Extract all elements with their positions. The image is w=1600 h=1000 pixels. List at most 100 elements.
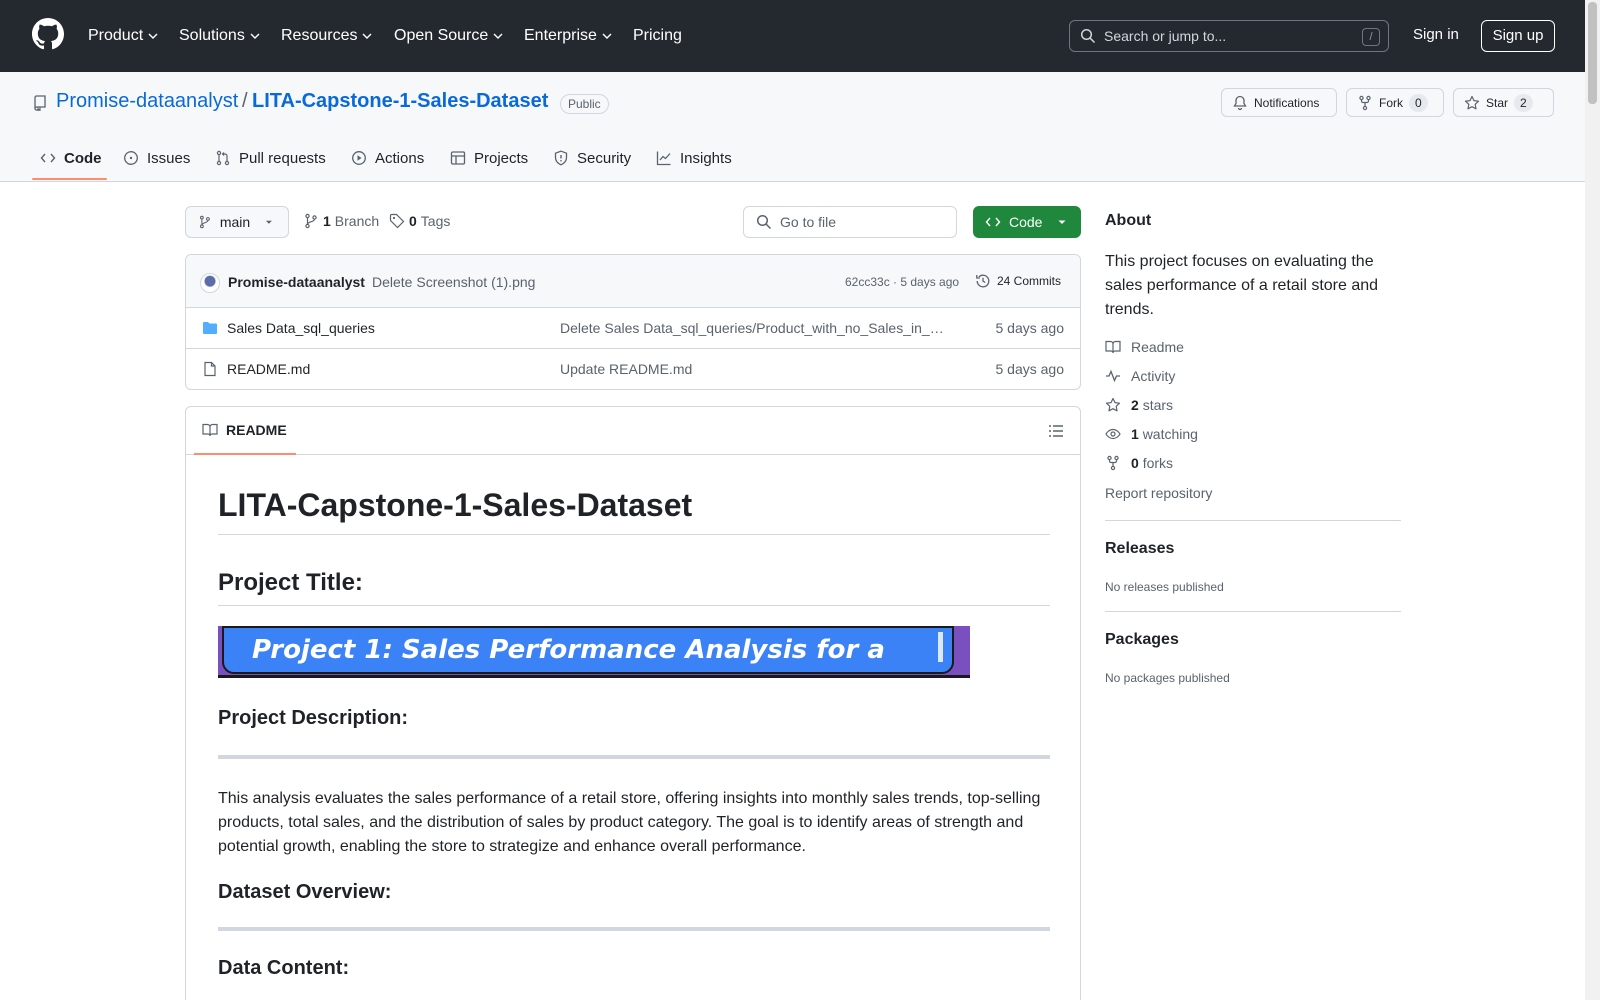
project-title-heading: Project Title: bbox=[218, 569, 1050, 606]
tab-insights[interactable]: Insights bbox=[656, 138, 732, 178]
file-name-link[interactable]: README.md bbox=[227, 361, 310, 377]
commit-author-link[interactable]: Promise-dataanalyst bbox=[228, 274, 365, 290]
branch-selector[interactable]: main bbox=[185, 206, 289, 238]
active-tab-indicator bbox=[32, 178, 107, 180]
scrollbar-thumb[interactable] bbox=[1588, 2, 1597, 104]
dataset-heading: Dataset Overview: bbox=[218, 881, 392, 903]
branch-icon bbox=[199, 215, 210, 229]
repo-owner-link[interactable]: Promise-dataanalyst bbox=[56, 90, 238, 113]
about-heading: About bbox=[1105, 212, 1152, 229]
repo-name-link[interactable]: LITA-Capstone-1-Sales-Dataset bbox=[252, 90, 548, 113]
tab-projects[interactable]: Projects bbox=[450, 138, 528, 178]
star-icon bbox=[1105, 397, 1121, 412]
search-icon bbox=[756, 214, 772, 230]
commit-message-link[interactable]: Delete Screenshot (1).png bbox=[372, 274, 535, 290]
nav-resources-label: Resources bbox=[281, 27, 358, 44]
commit-count: 24 Commits bbox=[997, 274, 1062, 288]
global-header: Product Solutions Resources Open Source … bbox=[0, 0, 1585, 72]
go-to-file-input[interactable]: Go to file bbox=[743, 206, 957, 238]
forks-label: forks bbox=[1142, 455, 1174, 471]
list-outline-icon[interactable] bbox=[1048, 423, 1064, 439]
avatar[interactable] bbox=[200, 273, 220, 293]
code-button-label: Code bbox=[1009, 214, 1043, 230]
activity-link-label: Activity bbox=[1131, 368, 1176, 384]
banner-text: Project 1: Sales Performance Analysis fo… bbox=[222, 626, 954, 709]
file-commit-message-link[interactable]: Update README.md bbox=[560, 361, 950, 377]
nav-pricing[interactable]: Pricing bbox=[633, 25, 682, 47]
forks-link[interactable]: 0 forks bbox=[1105, 455, 1173, 471]
shield-icon bbox=[554, 150, 568, 166]
star-icon bbox=[1464, 95, 1480, 109]
global-search-input[interactable]: Search or jump to... / bbox=[1069, 20, 1389, 52]
stars-link[interactable]: 2 stars bbox=[1105, 397, 1173, 413]
tab-pull-requests-label: Pull requests bbox=[239, 149, 326, 167]
releases-empty-text: No releases published bbox=[1105, 580, 1224, 594]
fork-counter: 0 bbox=[1409, 93, 1428, 112]
file-name-link[interactable]: Sales Data_sql_queries bbox=[227, 320, 375, 336]
code-dropdown-button[interactable]: Code bbox=[973, 206, 1081, 238]
star-button[interactable]: Star 2 bbox=[1453, 88, 1554, 117]
github-logo-icon[interactable] bbox=[32, 18, 64, 50]
repo-icon bbox=[34, 95, 46, 111]
go-to-file-placeholder: Go to file bbox=[780, 214, 837, 230]
page-scrollbar[interactable] bbox=[1585, 0, 1600, 1000]
repo-header: Promise-dataanalyst / LITA-Capstone-1-Sa… bbox=[0, 72, 1585, 182]
file-commit-date: 5 days ago bbox=[995, 361, 1065, 377]
releases-heading[interactable]: Releases bbox=[1105, 540, 1174, 558]
commit-sha-time[interactable]: 62cc33c · 5 days ago bbox=[845, 275, 959, 289]
sign-up-button[interactable]: Sign up bbox=[1481, 20, 1555, 52]
banner-accent bbox=[938, 632, 943, 662]
search-shortcut-key: / bbox=[1362, 28, 1380, 46]
branches-link[interactable]: 1 Branch bbox=[303, 213, 379, 229]
caret-down-icon bbox=[1058, 220, 1066, 224]
file-commit-date: 5 days ago bbox=[995, 320, 1065, 336]
tags-link[interactable]: 0 Tags bbox=[389, 213, 450, 229]
branch-icon bbox=[305, 213, 317, 229]
tag-icon bbox=[389, 213, 405, 229]
watchers-link[interactable]: 1 watching bbox=[1105, 426, 1198, 442]
sign-in-link[interactable]: Sign in bbox=[1413, 26, 1459, 43]
nav-solutions[interactable]: Solutions bbox=[179, 25, 261, 47]
tab-code-label: Code bbox=[64, 149, 102, 167]
nav-open-source[interactable]: Open Source bbox=[394, 25, 504, 47]
tab-projects-label: Projects bbox=[474, 149, 529, 167]
nav-open-source-label: Open Source bbox=[394, 27, 489, 44]
tab-code[interactable]: Code bbox=[40, 138, 102, 178]
pulse-icon bbox=[1106, 369, 1120, 383]
fork-button[interactable]: Fork 0 bbox=[1346, 88, 1444, 117]
table-row[interactable]: Sales Data_sql_queries Delete Sales Data… bbox=[186, 308, 1080, 349]
readme-tab[interactable]: README bbox=[202, 422, 287, 438]
stars-label: stars bbox=[1142, 397, 1174, 413]
fork-label: Fork bbox=[1379, 95, 1403, 110]
tab-security[interactable]: Security bbox=[553, 138, 631, 178]
readme-tab-indicator bbox=[194, 453, 296, 455]
nav-enterprise[interactable]: Enterprise bbox=[524, 25, 613, 47]
horizontal-rule bbox=[218, 927, 1050, 931]
search-icon bbox=[1080, 28, 1096, 44]
fork-icon bbox=[1359, 95, 1371, 110]
file-commit-message-link[interactable]: Delete Sales Data_sql_queries/Product_wi… bbox=[560, 320, 950, 336]
nav-product[interactable]: Product bbox=[88, 25, 159, 47]
file-listing: Promise-dataanalyst Delete Screenshot (1… bbox=[185, 254, 1081, 390]
table-row[interactable]: README.md Update README.md 5 days ago bbox=[186, 349, 1080, 389]
activity-link[interactable]: Activity bbox=[1105, 368, 1175, 384]
report-repository-link[interactable]: Report repository bbox=[1105, 485, 1212, 501]
readme-tab-label: README bbox=[226, 422, 287, 438]
packages-heading[interactable]: Packages bbox=[1105, 631, 1179, 649]
packages-empty-text: No packages published bbox=[1105, 671, 1230, 685]
tab-actions[interactable]: Actions bbox=[351, 138, 424, 178]
tab-pull-requests[interactable]: Pull requests bbox=[215, 138, 326, 178]
commit-history-link[interactable]: 24 Commits bbox=[975, 273, 1061, 289]
nav-solutions-label: Solutions bbox=[179, 27, 245, 44]
notifications-button[interactable]: Notifications bbox=[1221, 88, 1337, 117]
readme-link[interactable]: Readme bbox=[1105, 339, 1184, 355]
notifications-label: Notifications bbox=[1254, 95, 1320, 110]
bell-icon bbox=[1233, 95, 1247, 110]
tab-issues[interactable]: Issues bbox=[123, 138, 190, 178]
repo-path-separator: / bbox=[242, 90, 248, 112]
branch-name: main bbox=[219, 214, 251, 230]
data-content-heading: Data Content: bbox=[218, 957, 350, 979]
code-icon bbox=[985, 217, 1001, 227]
nav-resources[interactable]: Resources bbox=[281, 25, 373, 47]
eye-icon bbox=[1105, 428, 1121, 440]
